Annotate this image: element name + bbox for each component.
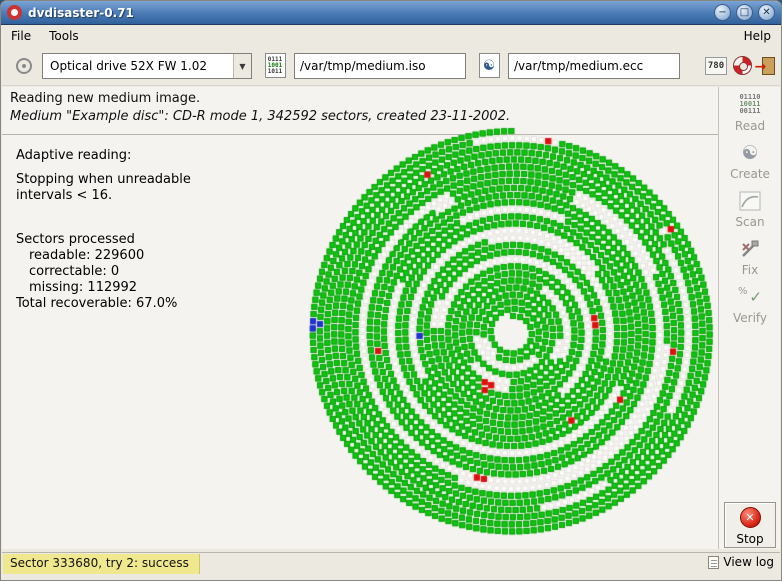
create-button[interactable]: ☯ Create	[724, 138, 776, 184]
medium-info-line: Medium "Example disc": CD-R mode 1, 3425…	[10, 109, 511, 124]
status-headline: Reading new medium image.	[10, 91, 201, 106]
reading-info-panel: Adaptive reading: Stopping when unreadab…	[16, 148, 191, 312]
stop-button[interactable]: ✕ Stop	[724, 502, 776, 548]
read-binary-icon: 01110 10011 00111	[739, 93, 761, 115]
iso-image-icon-button[interactable]: 0111 1001 1011	[260, 51, 290, 80]
window-title: dvdisaster-0.71	[28, 5, 134, 20]
exit-door-icon: →	[755, 56, 775, 75]
view-log-label: View log	[723, 555, 774, 569]
sectors-correctable: correctable: 0	[29, 264, 120, 279]
fix-label: Fix	[741, 263, 759, 277]
drive-select-value: Optical drive 52X FW 1.02	[50, 59, 207, 73]
scan-label: Scan	[735, 215, 765, 229]
disc-spiral-container	[305, 125, 721, 541]
log-page-icon	[708, 555, 720, 569]
create-yinyang-icon: ☯	[741, 141, 759, 164]
verify-button[interactable]: % ✓ Verify	[724, 282, 776, 328]
scan-button[interactable]: Scan	[724, 186, 776, 232]
sectors-readable: readable: 229600	[29, 248, 145, 263]
disc-spiral-visualization	[305, 125, 721, 541]
maximize-button[interactable]: □	[736, 4, 753, 21]
chevron-down-icon: ▼	[233, 54, 251, 78]
menubar: File Tools Help	[2, 26, 780, 46]
fix-button[interactable]: Fix	[724, 234, 776, 280]
adaptive-reading-line2: intervals < 16.	[16, 188, 113, 203]
help-manual-button[interactable]	[730, 52, 754, 79]
titlebar[interactable]: dvdisaster-0.71 − □ ✕	[1, 1, 781, 25]
sectors-processed-title: Sectors processed	[16, 232, 135, 247]
status-message: Sector 333680, try 2: success	[3, 554, 200, 574]
quit-button[interactable]: →	[755, 52, 780, 79]
verify-label: Verify	[732, 311, 768, 325]
main-content: Reading new medium image. Medium "Exampl…	[2, 87, 780, 549]
scan-curve-icon	[739, 191, 761, 210]
toolbar: Optical drive 52X FW 1.02 ▼ 0111 1001 10…	[2, 46, 780, 86]
statusbar: Sector 333680, try 2: success View log	[2, 552, 780, 574]
lifesaver-icon	[732, 56, 752, 75]
preferences-icon: 780	[704, 56, 728, 75]
close-button[interactable]: ✕	[758, 4, 775, 21]
read-button[interactable]: 01110 10011 00111 Read	[724, 90, 776, 136]
sectors-missing: missing: 112992	[29, 280, 138, 295]
drive-select-dropdown[interactable]: Optical drive 52X FW 1.02 ▼	[42, 53, 252, 79]
iso-path-input[interactable]	[294, 53, 466, 79]
preferences-button[interactable]: 780	[704, 52, 728, 79]
disc-drive-icon	[16, 58, 32, 74]
verify-check-icon: % ✓	[738, 285, 762, 306]
stop-x-icon: ✕	[739, 507, 761, 528]
action-sidebar: 01110 10011 00111 Read ☯ Create Scan Fix…	[718, 87, 780, 549]
ecc-file-icon-button[interactable]: ☯	[474, 51, 504, 80]
menu-file[interactable]: File	[2, 27, 40, 45]
read-label: Read	[734, 119, 766, 133]
iso-file-icon: 0111 1001 1011	[264, 53, 286, 78]
app-icon	[7, 5, 22, 20]
minimize-button[interactable]: −	[714, 4, 731, 21]
menu-tools[interactable]: Tools	[40, 27, 88, 45]
ecc-path-input[interactable]	[508, 53, 680, 79]
fix-tools-icon	[742, 240, 759, 257]
create-label: Create	[730, 167, 770, 181]
menu-help[interactable]: Help	[735, 27, 780, 45]
total-recoverable: Total recoverable: 67.0%	[16, 296, 178, 311]
drive-select-icon-button[interactable]	[10, 52, 38, 80]
ecc-file-icon: ☯	[478, 53, 500, 78]
adaptive-reading-title: Adaptive reading:	[16, 148, 132, 163]
view-log-button[interactable]: View log	[708, 555, 774, 569]
app-window: dvdisaster-0.71 − □ ✕ File Tools Help Op…	[0, 0, 782, 581]
adaptive-reading-line1: Stopping when unreadable	[16, 172, 191, 187]
stop-label: Stop	[736, 532, 764, 546]
